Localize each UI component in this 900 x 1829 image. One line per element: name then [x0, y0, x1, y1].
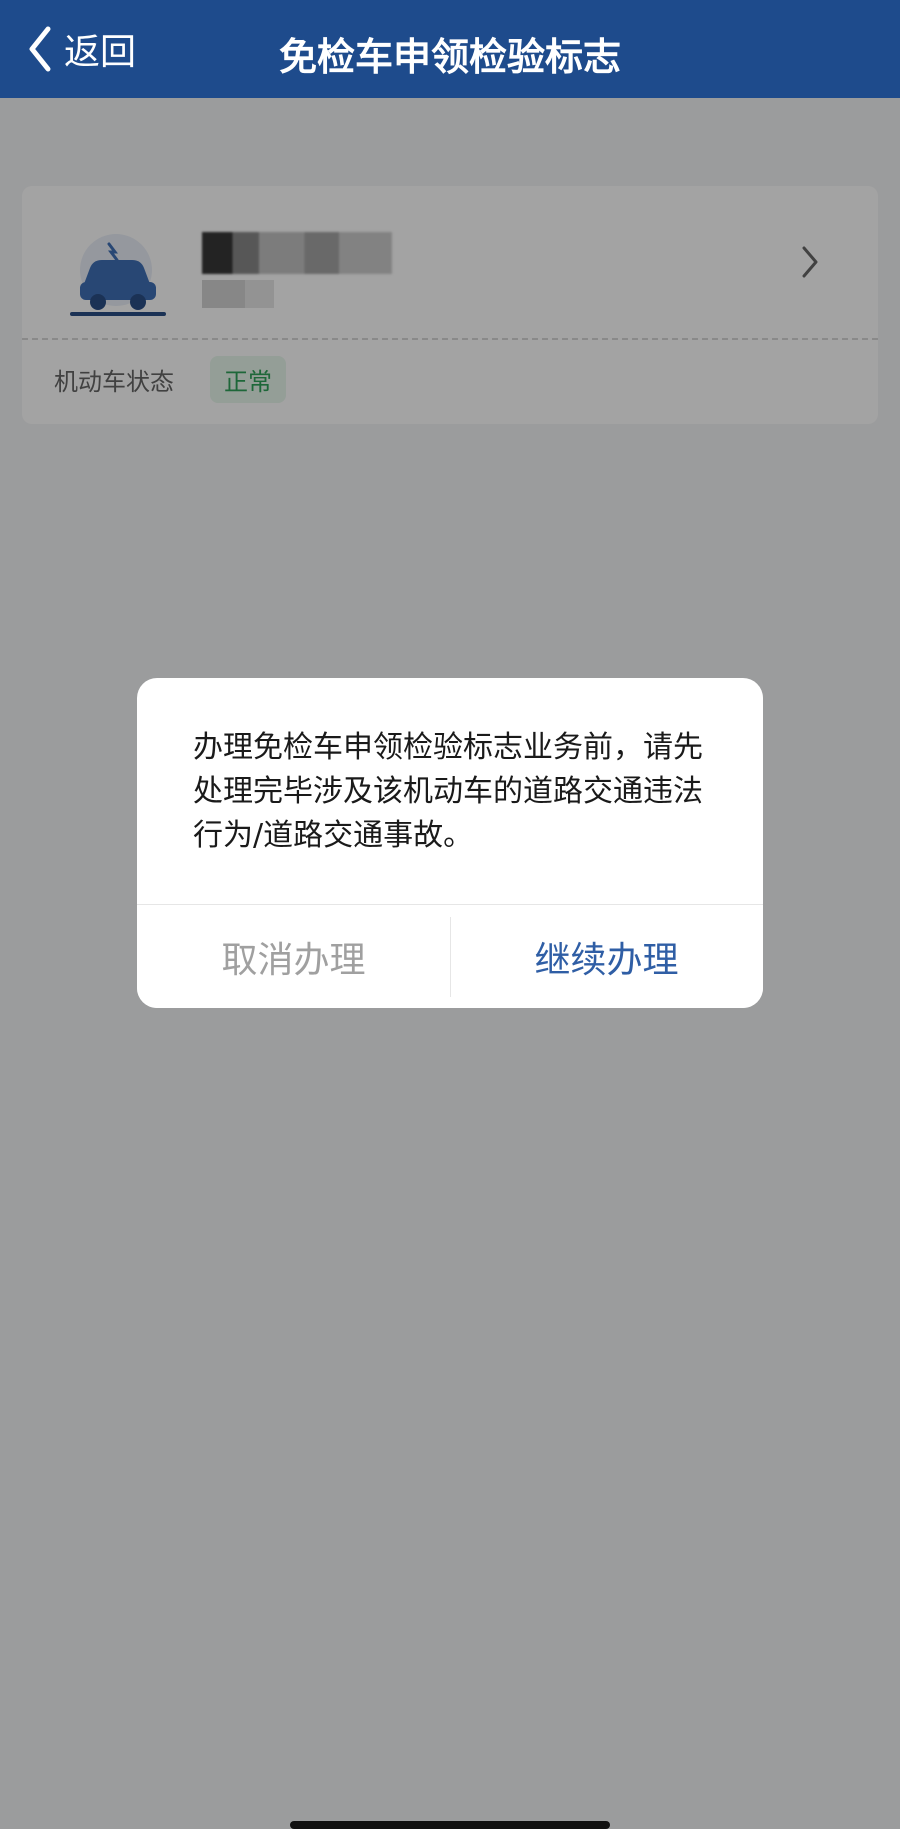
dialog-message: 办理免检车申领检验标志业务前，请先处理完毕涉及该机动车的道路交通违法行为/道路交… [193, 730, 703, 853]
continue-button[interactable]: 继续办理 [450, 905, 763, 1008]
button-divider [450, 917, 451, 997]
navbar: 返回 免检车申领检验标志 [0, 0, 900, 98]
page-title: 免检车申领检验标志 [278, 35, 621, 79]
cancel-button[interactable]: 取消办理 [137, 905, 450, 1008]
home-indicator [290, 1821, 610, 1829]
dialog-buttons: 取消办理 继续办理 [137, 905, 763, 1008]
confirmation-dialog: 办理免检车申领检验标志业务前，请先处理完毕涉及该机动车的道路交通违法行为/道路交… [137, 678, 763, 1008]
